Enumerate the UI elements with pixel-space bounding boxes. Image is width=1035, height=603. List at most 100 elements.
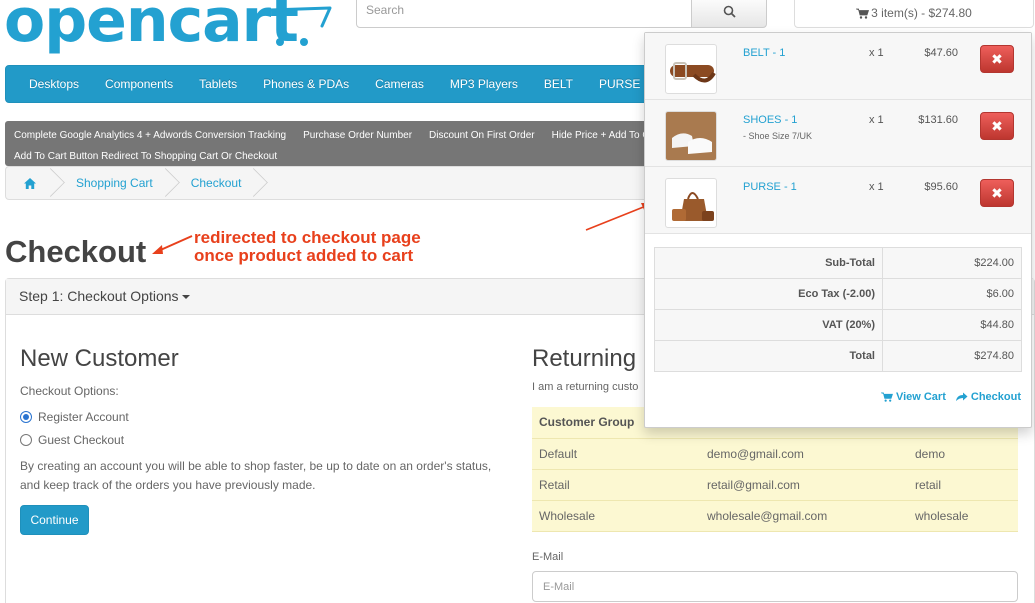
step-1-title: Step 1: Checkout Options [19,288,179,304]
search-button[interactable] [691,0,767,28]
shopping-cart-icon [856,8,870,19]
table-cell: Retail [532,469,700,501]
extension-link-ga4[interactable]: Complete Google Analytics 4 + Adwords Co… [14,130,286,141]
email-label: E-Mail [532,551,564,563]
totals-value: $44.80 [882,309,1022,341]
cart-totals-table: Sub-Total $224.00 Eco Tax (-2.00) $6.00 … [654,247,1022,372]
breadcrumb: Shopping Cart Checkout [5,166,665,200]
belt-icon [670,62,716,83]
totals-label: VAT (20%) [654,309,883,341]
menu-item-tablets[interactable]: Tablets [186,77,250,91]
logo-text: opencart [4,0,299,56]
page-title: Checkout [5,234,147,269]
menu-item-desktops[interactable]: Desktops [16,77,92,91]
table-row: Retail retail@gmail.com retail [532,469,1018,501]
register-account-label: Register Account [38,409,129,424]
menu-item-components[interactable]: Components [92,77,186,91]
caret-down-icon [181,295,190,300]
search-group: Search [356,0,767,28]
extension-link-po-number[interactable]: Purchase Order Number [303,130,412,141]
table-cell: retail@gmail.com [700,469,908,501]
cart-links: View Cart Checkout [881,391,1021,403]
table-cell: wholesale@gmail.com [700,500,908,532]
opencart-logo[interactable]: opencart [4,0,334,58]
totals-value: $6.00 [882,278,1022,310]
totals-row: Total $274.80 [654,340,1022,372]
email-placeholder: E-Mail [543,581,575,593]
guest-checkout-radio[interactable] [20,433,32,446]
close-icon: ✖ [991,117,1003,134]
cart-item-name[interactable]: BELT - 1 [743,47,785,59]
totals-label: Total [654,340,883,372]
totals-value: $224.00 [882,247,1022,279]
cart-item-qty: x 1 [869,181,884,193]
cart-item-name[interactable]: PURSE - 1 [743,181,797,193]
extension-link-redirect[interactable]: Add To Cart Button Redirect To Shopping … [14,151,277,162]
shopping-cart-icon [881,392,893,402]
search-input[interactable]: Search [356,0,692,28]
cart-item-option: - Shoe Size 7/UK [743,131,813,141]
table-row: Wholesale wholesale@gmail.com wholesale [532,500,1018,532]
belt-image[interactable] [665,44,717,94]
share-arrow-icon [955,392,968,401]
table-cell: wholesale [908,500,1018,532]
totals-label: Sub-Total [654,247,883,279]
cart-item-price: $131.60 [918,114,958,126]
checkout-link[interactable]: Checkout [955,391,1021,403]
totals-label: Eco Tax (-2.00) [654,278,883,310]
cart-item: SHOES - 1 - Shoe Size 7/UK x 1 $131.60 ✖ [645,100,1031,167]
search-placeholder: Search [366,3,405,17]
close-icon: ✖ [991,50,1003,67]
view-cart-link[interactable]: View Cart [881,391,946,403]
cart-item-price: $47.60 [924,47,958,59]
remove-item-button[interactable]: ✖ [980,112,1014,140]
cart-summary: 3 item(s) - $274.80 [871,6,972,20]
menu-item-cameras[interactable]: Cameras [362,77,437,91]
cart-item-qty: x 1 [869,114,884,126]
remove-item-button[interactable]: ✖ [980,179,1014,207]
main-menu: Desktops Components Tablets Phones & PDA… [5,65,665,103]
register-account-option[interactable]: Register Account [20,409,500,424]
breadcrumb-checkout[interactable]: Checkout [173,167,262,199]
shoes-icon [666,112,716,160]
extension-link-discount[interactable]: Discount On First Order [429,130,535,141]
table-cell: demo@gmail.com [700,438,908,470]
cart-dropdown: BELT - 1 x 1 $47.60 ✖ SHOES - 1 - Shoe S… [644,32,1032,428]
cart-item-name[interactable]: SHOES - 1 [743,114,797,126]
continue-button[interactable]: Continue [20,505,89,535]
cart-item-price: $95.60 [924,181,958,193]
totals-row: Eco Tax (-2.00) $6.00 [654,278,1022,310]
register-account-radio[interactable] [20,410,32,423]
view-cart-label: View Cart [895,391,946,403]
table-cell: retail [908,469,1018,501]
cart-item: BELT - 1 x 1 $47.60 ✖ [645,33,1031,100]
annotation-line-2: once product added to cart [194,246,414,265]
menu-item-phones-pdas[interactable]: Phones & PDAs [250,77,362,91]
cart-button[interactable]: 3 item(s) - $274.80 [794,0,1034,28]
close-icon: ✖ [991,184,1003,201]
remove-item-button[interactable]: ✖ [980,45,1014,73]
totals-value: $274.80 [882,340,1022,372]
logo-cart-icon [268,6,332,46]
shoes-image[interactable] [665,111,717,161]
extensions-bar: Complete Google Analytics 4 + Adwords Co… [5,121,665,166]
breadcrumb-home[interactable] [6,167,58,199]
checkout-label: Checkout [970,391,1021,403]
annotation-arrow-icon [152,235,193,254]
table-cell: demo [908,438,1018,470]
annotation-line-1: redirected to checkout page [194,228,421,247]
menu-item-mp3-players[interactable]: MP3 Players [437,77,531,91]
guest-checkout-label: Guest Checkout [38,432,125,447]
new-customer-heading: New Customer [20,345,179,372]
home-icon [24,177,36,189]
totals-row: VAT (20%) $44.80 [654,309,1022,341]
menu-item-belt[interactable]: BELT [531,77,586,91]
email-field[interactable]: E-Mail [532,571,1018,602]
table-row: Default demo@gmail.com demo [532,438,1018,470]
purse-image[interactable] [665,178,717,228]
guest-checkout-option[interactable]: Guest Checkout [20,432,500,447]
totals-row: Sub-Total $224.00 [654,247,1022,279]
breadcrumb-shopping-cart[interactable]: Shopping Cart [58,167,173,199]
search-icon [723,5,736,18]
annotation-note: redirected to checkout page once product… [194,229,421,265]
